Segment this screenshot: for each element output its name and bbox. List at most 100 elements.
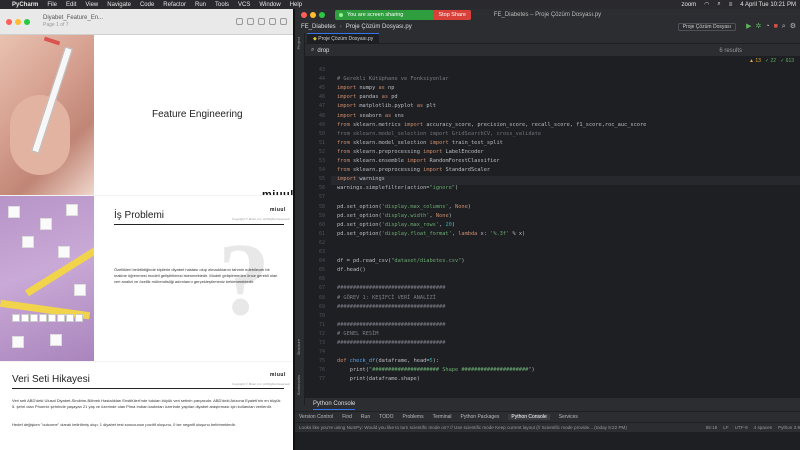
indent-setting[interactable]: 4 spaces	[754, 425, 772, 430]
find-input[interactable]: drop	[317, 48, 329, 54]
code-line[interactable]: print("##################### Shape #####…	[337, 367, 535, 373]
code-line[interactable]: from sklearn.ensemble import RandomFores…	[337, 158, 500, 164]
coverage-icon[interactable]: ◔	[765, 23, 769, 31]
close-window-icon[interactable]	[301, 12, 307, 18]
inspection-widget[interactable]: ▲ 13 ✓ 22 ✓ 613	[745, 58, 794, 64]
code-line[interactable]: from sklearn.metrics import accuracy_sco…	[337, 122, 646, 128]
code-line[interactable]: # GÖREV 1: KEŞİFCİ VERİ ANALİZİ	[337, 295, 436, 301]
run-icon[interactable]: ▶	[746, 23, 751, 31]
line-number: 52	[318, 148, 325, 155]
wifi-icon[interactable]: ◠	[704, 1, 709, 8]
code-editor[interactable]: 43 44 45 46 47 48 49 50 51 52 53 54 55 56 57 58 59 60 61 62…	[305, 57, 800, 397]
structure-tool-tab[interactable]: Structure	[296, 339, 301, 355]
code-line[interactable]: df.head()	[337, 267, 366, 273]
menu-help[interactable]: Help	[290, 2, 302, 8]
slide-title: Veri Seti Hikayesi	[12, 374, 90, 385]
control-center-icon[interactable]: ≡	[729, 2, 733, 8]
code-line[interactable]: from sklearn.model_selection import trai…	[337, 140, 503, 146]
line-number: 55	[318, 176, 325, 183]
code-line[interactable]: from sklearn.preprocessing import LabelE…	[337, 149, 484, 155]
code-line[interactable]: df = pd.read_csv("dataset/diabetes.csv")	[337, 258, 465, 264]
code-line[interactable]: def check_df(dataframe, head=5):	[337, 358, 439, 364]
code-line[interactable]: from sklearn.model_selection import Grid…	[337, 131, 541, 137]
code-line[interactable]: # GENEL RESİM	[337, 331, 378, 337]
warnings-count: ▲ 13	[749, 58, 761, 64]
minimize-window-icon[interactable]	[15, 18, 21, 25]
code-line[interactable]: import warnings	[337, 176, 385, 182]
sidebar-toggle-icon[interactable]	[236, 18, 243, 25]
menu-app-name[interactable]: PyCharm	[12, 2, 38, 8]
zoom-window-icon[interactable]	[24, 18, 30, 25]
code-line[interactable]: pd.set_option('display.width', None)	[337, 213, 452, 219]
close-window-icon[interactable]	[6, 18, 12, 25]
status-bar: Looks like you're using NumPy: Would you…	[295, 422, 800, 432]
code-line[interactable]: ##################################	[337, 340, 445, 346]
search-icon[interactable]: ⌕	[717, 1, 720, 8]
run-configuration-select[interactable]: Proje Çözüm Dosyası	[677, 23, 737, 31]
code-line[interactable]: ##################################	[337, 304, 445, 310]
navigation-toolbar: FE_Diabetes › Proje Çözüm Dosyası.py Pro…	[301, 23, 796, 31]
tool-version-control[interactable]: Version Control	[299, 414, 333, 420]
file-encoding[interactable]: UTF-8	[735, 425, 748, 430]
menu-refactor[interactable]: Refactor	[163, 2, 186, 8]
stop-share-button[interactable]: Stop Share	[433, 10, 471, 20]
menu-view[interactable]: View	[85, 2, 98, 8]
menubar-clock[interactable]: 4 April Tue 10:21 PM	[740, 2, 796, 8]
markup-icon[interactable]	[280, 18, 287, 25]
editor-tab-active[interactable]: ◆ Proje Çözüm Dosyası.py	[307, 33, 380, 43]
minimize-window-icon[interactable]	[310, 12, 316, 18]
tool-problems[interactable]: Problems	[402, 414, 423, 420]
code-line[interactable]: pd.set_option('display.float_format', la…	[337, 231, 525, 237]
menu-edit[interactable]: Edit	[66, 2, 76, 8]
line-separator[interactable]: LF	[723, 425, 728, 430]
breadcrumb-file[interactable]: Proje Çözüm Dosyası.py	[346, 24, 412, 30]
menu-run[interactable]: Run	[195, 2, 206, 8]
tool-run[interactable]: Run	[361, 414, 370, 420]
zoom-status-icon[interactable]: zoom	[681, 2, 696, 8]
caret-position[interactable]: 55:18	[706, 425, 718, 430]
line-number: 72	[318, 330, 325, 337]
tool-todo[interactable]: TODO	[379, 414, 393, 420]
settings-icon[interactable]: ⚙	[790, 23, 796, 31]
zoom-window-icon[interactable]	[319, 12, 325, 18]
share-icon[interactable]	[269, 18, 276, 25]
menu-navigate[interactable]: Navigate	[107, 2, 131, 8]
zoom-out-icon[interactable]	[247, 18, 254, 25]
code-line[interactable]: import matplotlib.pyplot as plt	[337, 103, 436, 109]
code-line[interactable]: warnings.simplefilter(action="ignore")	[337, 185, 458, 191]
code-line[interactable]: # Gerekli Kütüphane ve Fonksiyonlar	[337, 76, 449, 82]
menu-vcs[interactable]: VCS	[238, 2, 250, 8]
menu-window[interactable]: Window	[259, 2, 280, 8]
line-number: 58	[318, 203, 325, 210]
tool-find[interactable]: Find	[342, 414, 352, 420]
project-tool-tab[interactable]: Project	[296, 37, 301, 49]
typos-count: ✓ 613	[780, 58, 794, 64]
bookmarks-tool-tab[interactable]: Bookmarks	[296, 375, 301, 395]
menu-file[interactable]: File	[47, 2, 57, 8]
code-line[interactable]: import pandas as pd	[337, 94, 398, 100]
breadcrumb-project[interactable]: FE_Diabetes	[301, 24, 336, 30]
debug-icon[interactable]: ✲	[755, 23, 761, 31]
code-line[interactable]: pd.set_option('display.max_columns', Non…	[337, 204, 471, 210]
pdf-filename: Diyabet_Feature_En...	[43, 14, 104, 21]
python-interpreter[interactable]: Python 3.9	[778, 425, 800, 430]
search-everywhere-icon[interactable]: ⌕	[782, 23, 786, 31]
tool-python-packages[interactable]: Python Packages	[461, 414, 500, 420]
code-line[interactable]: ##################################	[337, 322, 445, 328]
python-console-tab[interactable]: Python Console	[313, 399, 356, 410]
tool-terminal[interactable]: Terminal	[433, 414, 452, 420]
menu-tools[interactable]: Tools	[215, 2, 229, 8]
code-line[interactable]: from sklearn.preprocessing import Standa…	[337, 167, 490, 173]
code-line[interactable]: pd.set_option('display.max_rows', 20)	[337, 222, 455, 228]
left-tool-strip: Project Structure Bookmarks	[295, 33, 305, 405]
code-line[interactable]: ##################################	[337, 285, 445, 291]
tool-services[interactable]: Services	[559, 414, 578, 420]
zoom-in-icon[interactable]	[258, 18, 265, 25]
tool-python-console[interactable]: Python Console	[508, 414, 550, 420]
code-line[interactable]: import numpy as np	[337, 85, 394, 91]
status-message[interactable]: Looks like you're using NumPy: Would you…	[299, 425, 627, 430]
menu-code[interactable]: Code	[140, 2, 154, 8]
stop-icon[interactable]: ■	[774, 23, 778, 31]
code-line[interactable]: import seaborn as sns	[337, 113, 404, 119]
code-line[interactable]: print(dataframe.shape)	[337, 376, 420, 382]
